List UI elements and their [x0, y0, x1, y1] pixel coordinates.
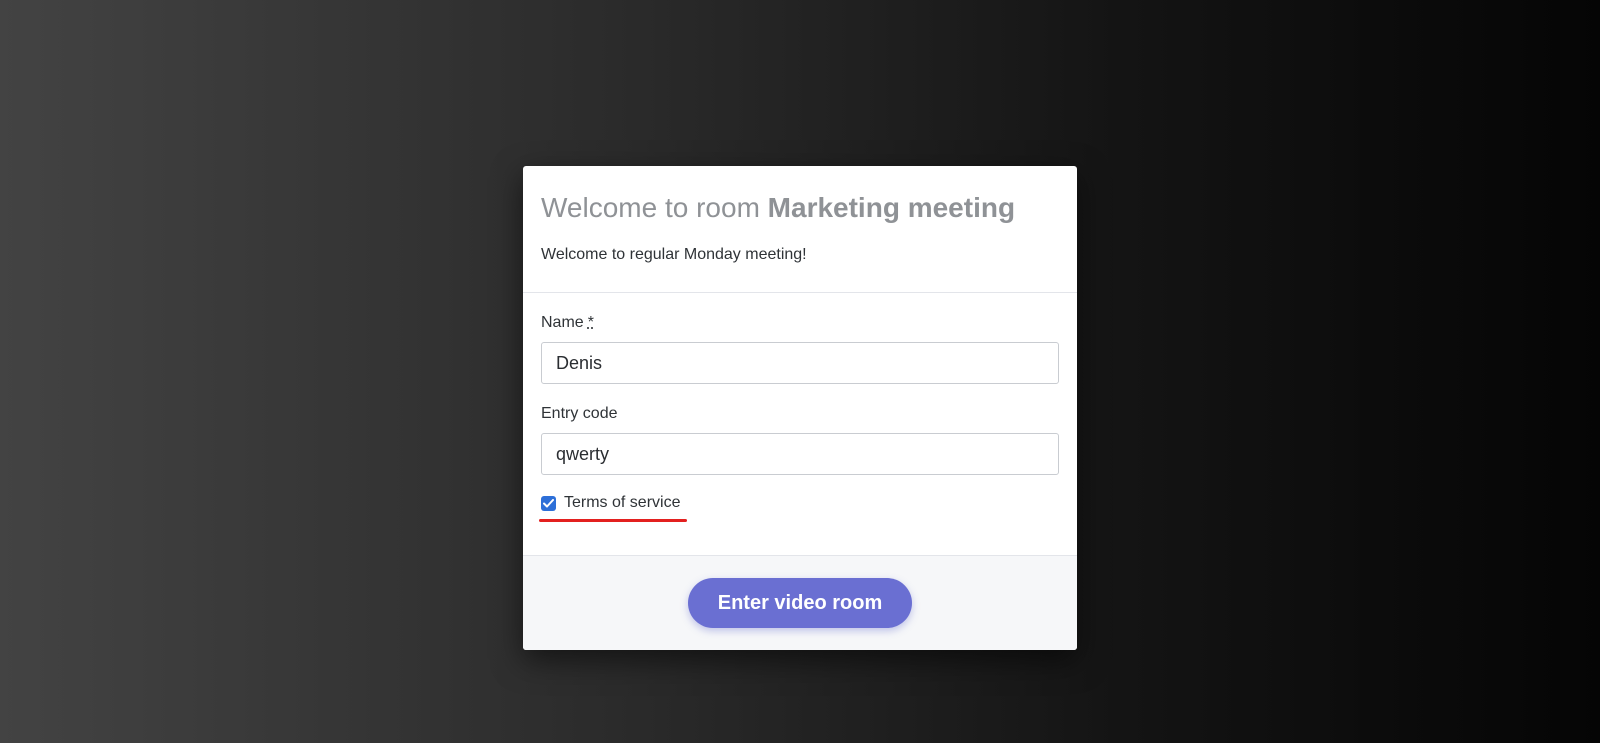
enter-video-room-button[interactable]: Enter video room	[688, 578, 912, 628]
terms-row[interactable]: Terms of service	[539, 493, 691, 522]
name-input[interactable]	[541, 342, 1059, 384]
entry-code-label: Entry code	[541, 405, 618, 422]
required-mark: *	[587, 314, 594, 331]
name-field-group: Name *	[541, 313, 1059, 384]
entry-code-field-group: Entry code	[541, 404, 1059, 475]
join-room-card: Welcome to room Marketing meeting Welcom…	[523, 166, 1077, 650]
page-title: Welcome to room Marketing meeting	[541, 192, 1059, 224]
terms-label[interactable]: Terms of service	[564, 493, 680, 513]
card-footer: Enter video room	[523, 555, 1077, 650]
title-prefix: Welcome to room	[541, 192, 760, 223]
checkmark-icon	[543, 498, 554, 507]
join-form: Name* Entry code Terms of service	[523, 293, 1077, 555]
name-label: Name *	[541, 313, 1059, 333]
entry-code-input[interactable]	[541, 433, 1059, 475]
terms-checkbox[interactable]	[541, 495, 556, 511]
card-header: Welcome to room Marketing meeting Welcom…	[523, 166, 1077, 293]
terms-highlight-underline	[539, 519, 687, 522]
name-label-text: Name	[541, 314, 584, 331]
room-description: Welcome to regular Monday meeting!	[541, 246, 807, 263]
room-name: Marketing meeting	[767, 192, 1016, 223]
